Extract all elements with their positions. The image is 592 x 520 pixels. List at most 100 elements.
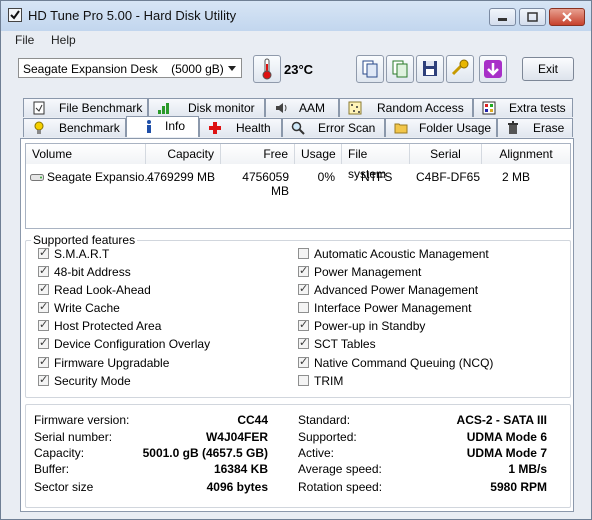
speaker-icon <box>276 103 287 113</box>
tab-erase[interactable]: Erase <box>497 118 573 137</box>
trash-icon <box>508 121 518 134</box>
active-mode-value: UDMA Mode 7 <box>466 446 547 460</box>
tab-aam[interactable]: AAM <box>265 98 339 117</box>
average-speed-value: 1 MB/s <box>508 462 547 476</box>
options-key-icon <box>451 59 469 76</box>
maximize-icon <box>527 12 538 22</box>
checkbox[interactable] <box>298 318 309 331</box>
tab-label: Health <box>236 121 271 135</box>
tab-benchmark[interactable]: Benchmark <box>23 118 126 137</box>
checkbox[interactable] <box>298 264 309 277</box>
average-speed-label: Average speed: <box>298 462 382 476</box>
exit-button[interactable]: Exit <box>522 57 574 81</box>
checkbox[interactable] <box>38 336 49 349</box>
volume-cell: Seagate Expansio... <box>47 170 155 184</box>
column-header-volume[interactable]: Volume <box>26 144 146 164</box>
checkbox[interactable] <box>38 246 49 259</box>
copy-info-button[interactable] <box>356 55 384 83</box>
alignment-cell: 2 MB <box>502 170 531 184</box>
app-window: HD Tune Pro 5.00 - Hard Disk Utility Fil… <box>0 0 592 520</box>
random-access-icon <box>348 101 362 115</box>
checkbox[interactable] <box>298 302 309 313</box>
disk-monitor-icon <box>158 103 169 114</box>
serial-cell: C4BF-DF65 <box>416 170 481 184</box>
volume-table[interactable]: Volume Capacity Free Usage File system S… <box>25 143 571 229</box>
checkbox[interactable] <box>298 336 309 349</box>
drive-icon <box>30 174 44 181</box>
rotation-speed-label: Rotation speed: <box>298 480 383 494</box>
minimize-button[interactable] <box>489 8 516 26</box>
thermometer-icon <box>262 58 272 80</box>
supported-features-title: Supported features <box>31 233 138 247</box>
app-check-icon <box>8 8 22 22</box>
tab-label: File Benchmark <box>59 101 143 115</box>
tab-folder-usage[interactable]: Folder Usage <box>385 118 497 137</box>
checkbox[interactable] <box>38 373 49 386</box>
tab-label: Error Scan <box>318 121 376 135</box>
tab-error-scan[interactable]: Error Scan <box>282 118 385 137</box>
tab-label: Extra tests <box>509 101 566 115</box>
checkbox[interactable] <box>298 375 309 386</box>
tab-file-benchmark[interactable]: File Benchmark <box>23 98 148 117</box>
download-arrow-icon <box>484 60 502 78</box>
column-header-free[interactable]: Free <box>221 144 295 164</box>
temperature-button[interactable] <box>253 55 281 83</box>
tab-extra-tests[interactable]: Extra tests <box>473 98 573 117</box>
checkbox[interactable] <box>38 318 49 331</box>
drive-select[interactable]: Seagate Expansion Desk (5000 gB) <box>18 58 242 78</box>
options-button[interactable] <box>446 55 474 83</box>
standard-label: Standard: <box>298 413 351 427</box>
free-cell: 4756059 MB <box>242 170 289 198</box>
screenshot-button[interactable] <box>479 55 507 83</box>
tab-health[interactable]: Health <box>199 118 282 137</box>
save-button[interactable] <box>416 55 444 83</box>
folder-icon <box>394 123 408 134</box>
serial-number-label: Serial number: <box>34 430 113 444</box>
capacity-label: Capacity: <box>34 446 85 460</box>
column-header-alignment[interactable]: Alignment <box>482 144 570 164</box>
file-benchmark-icon <box>33 101 45 115</box>
menu-help[interactable]: Help <box>51 33 76 47</box>
serial-number-value: W4J04FER <box>205 430 268 444</box>
close-button[interactable] <box>549 8 585 26</box>
column-header-usage[interactable]: Usage <box>295 144 342 164</box>
lightbulb-icon <box>34 121 44 134</box>
checkbox[interactable] <box>298 248 309 259</box>
copy-all-button[interactable] <box>386 55 414 83</box>
tab-label: Info <box>165 119 186 133</box>
menu-bar: File Help <box>1 31 591 51</box>
capacity-cell: 4769299 MB <box>146 170 215 184</box>
checkbox[interactable] <box>38 300 49 313</box>
standard-value: ACS-2 - SATA III <box>456 413 547 427</box>
checkbox[interactable] <box>298 282 309 295</box>
minimize-icon <box>498 18 507 21</box>
tab-info[interactable]: Info <box>126 116 199 137</box>
tab-label: Erase <box>533 121 565 135</box>
extra-tests-icon <box>482 101 496 115</box>
rotation-speed-value: 5980 RPM <box>490 480 547 494</box>
close-icon <box>562 12 572 22</box>
copy-all-icon <box>392 60 408 78</box>
checkbox[interactable] <box>38 264 49 277</box>
checkbox[interactable] <box>38 355 49 368</box>
firmware-version-label: Firmware version: <box>34 413 130 427</box>
copy-icon <box>362 60 378 78</box>
temperature-readout: 23°C <box>284 62 314 77</box>
supported-mode-label: Supported: <box>298 430 357 444</box>
checkbox[interactable] <box>38 282 49 295</box>
tab-label: Folder Usage <box>419 121 492 135</box>
buffer-label: Buffer: <box>34 462 70 476</box>
firmware-version-value: CC44 <box>237 413 268 427</box>
sector-size-value: 4096 bytes <box>206 480 268 494</box>
tab-random-access[interactable]: Random Access <box>339 98 473 117</box>
checkbox[interactable] <box>298 355 309 368</box>
column-header-capacity[interactable]: Capacity <box>146 144 221 164</box>
magnifier-icon <box>291 121 305 135</box>
tab-disk-monitor[interactable]: Disk monitor <box>148 98 265 117</box>
menu-file[interactable]: File <box>15 33 34 47</box>
title-bar[interactable]: HD Tune Pro 5.00 - Hard Disk Utility <box>1 1 591 31</box>
column-header-serial[interactable]: Serial <box>410 144 482 164</box>
column-header-file-system[interactable]: File system <box>342 144 410 181</box>
file-system-cell: NTFS <box>361 170 393 184</box>
maximize-button[interactable] <box>519 8 546 26</box>
